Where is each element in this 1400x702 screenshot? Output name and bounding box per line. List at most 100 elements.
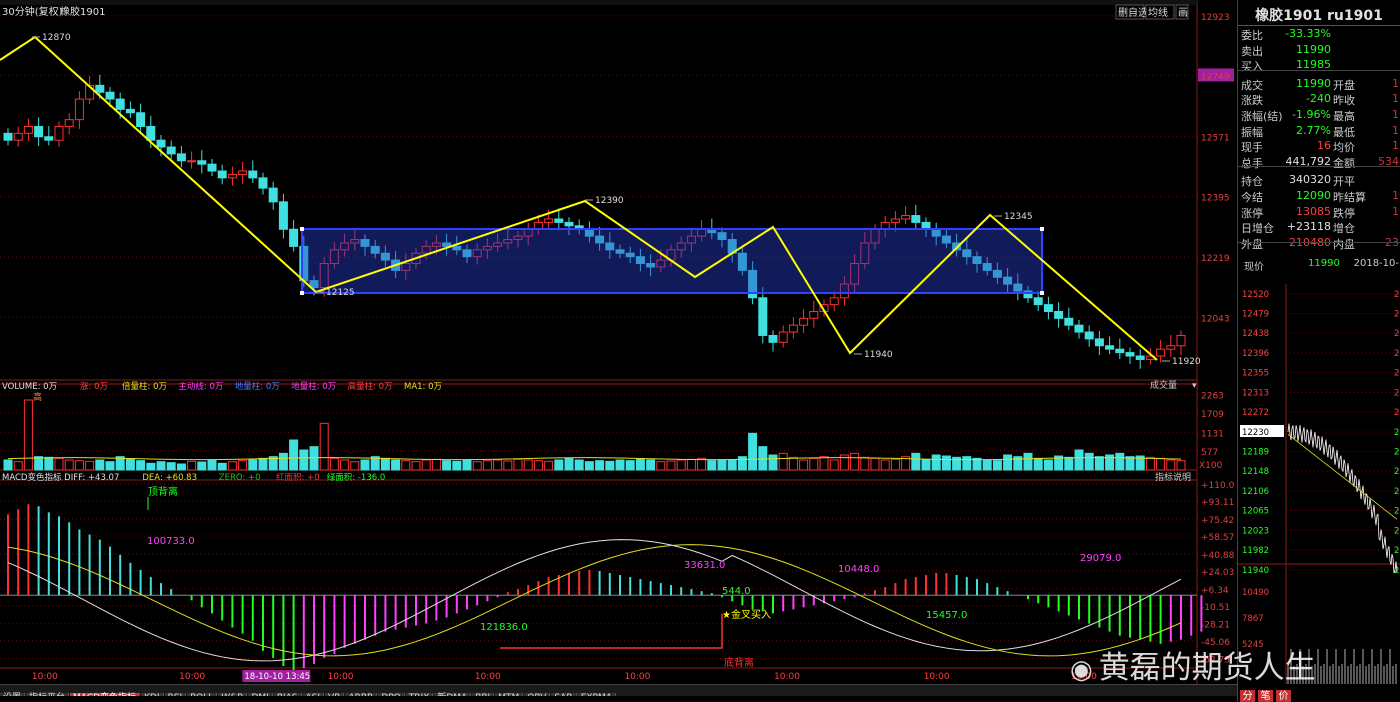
- quote-value: 11990: [1296, 42, 1331, 56]
- candle-body: [3, 132, 13, 141]
- candle-body: [54, 125, 64, 141]
- quote-label-2: 昨结算: [1333, 191, 1366, 204]
- macd-axis-label-5: +24.03: [1201, 568, 1234, 578]
- box-handle-1: [1040, 227, 1044, 231]
- mini-axis-right-12: 2: [1394, 527, 1399, 537]
- quote-value-2: 1: [1392, 189, 1399, 202]
- volume-bar: [278, 452, 288, 471]
- mini-vol-label-0: 10490: [1242, 588, 1269, 598]
- quote-label: 今结: [1241, 191, 1263, 204]
- price-annotation-0: 12870: [42, 33, 71, 43]
- quote-label: 涨跌: [1241, 94, 1263, 108]
- mini-axis-right-9: 2: [1394, 467, 1399, 477]
- candle-body: [278, 201, 288, 230]
- volume-bar: [523, 459, 533, 471]
- top-strip: [0, 0, 1197, 5]
- quote-label: 委比: [1241, 29, 1263, 42]
- quote-label: 成交: [1241, 78, 1263, 92]
- volume-bar: [1023, 452, 1033, 471]
- volume-bar: [1156, 457, 1166, 471]
- volume-bar: [829, 459, 839, 471]
- candle-body: [1166, 345, 1176, 350]
- quote-label-2: 开平: [1333, 175, 1355, 189]
- volume-bar: [911, 452, 921, 471]
- volume-bar: [717, 459, 727, 471]
- quote-value-2: 1: [1392, 123, 1399, 137]
- chart-bg: [0, 0, 1237, 684]
- macd-axis-label-4: +40.88: [1201, 551, 1235, 561]
- tick-chart[interactable]: 12520 2 12479 2 12438 2 12396 2 12355 2 12313 2 1227…: [1238, 284, 1400, 684]
- mini-axis-right-11: 2: [1394, 507, 1399, 517]
- quote-value: +23118: [1286, 220, 1331, 234]
- volume-bar: [962, 456, 972, 471]
- candle-body: [554, 218, 564, 223]
- quote-value: 12090: [1296, 189, 1331, 202]
- main-chart-area[interactable]: 30分钟(复权)橡胶1901 删自选 均线画 12923127491257112395…: [0, 0, 1237, 684]
- candle-body: [1125, 352, 1135, 357]
- quote-value-2: 1: [1392, 204, 1399, 218]
- current-label: 现价: [1244, 262, 1264, 273]
- volume-bar: [442, 460, 452, 471]
- candle-body: [115, 98, 125, 110]
- indicator-help-button[interactable]: 指标说明: [1155, 471, 1191, 483]
- candle-body: [1156, 348, 1166, 357]
- volume-bar: [166, 462, 176, 471]
- quote-row: 成交 11990 开盘 1: [1238, 77, 1400, 93]
- chevron-down-icon: ▾: [1192, 381, 1197, 391]
- volume-bar: [95, 459, 105, 471]
- price-axis-label-3: 12395: [1201, 194, 1230, 204]
- candle-body: [187, 160, 197, 163]
- volume-bar: [227, 461, 237, 471]
- price-axis-label-4: 12219: [1201, 254, 1230, 264]
- price-annotation-2: 12390: [595, 196, 624, 206]
- volume-bar: [309, 446, 319, 471]
- mini-axis-label-9: 12148: [1242, 467, 1269, 477]
- quote-title: 橡胶1901 ru1901: [1238, 0, 1400, 26]
- volume-bar: [533, 460, 543, 471]
- volume-bar: [248, 459, 258, 471]
- volume-bar: [431, 458, 441, 471]
- candle-body: [1115, 348, 1125, 354]
- mini-axis-right-1: 2: [1394, 310, 1399, 320]
- panel-tab-2[interactable]: 价: [1276, 690, 1291, 702]
- mini-axis-label-5: 12313: [1242, 389, 1269, 399]
- volume-bar: [44, 456, 54, 471]
- panel-tab-1[interactable]: 笔: [1258, 690, 1273, 702]
- mini-axis-label-0: 12520: [1242, 290, 1269, 300]
- panel-tab-0[interactable]: 分: [1240, 690, 1255, 702]
- candle-body: [289, 228, 299, 247]
- volume-bar: [544, 460, 554, 471]
- mini-axis-right-13: 2: [1394, 546, 1399, 556]
- top-button-2[interactable]: 画: [1175, 4, 1189, 20]
- indicator-help-label: 指标说明: [1155, 471, 1191, 483]
- price-axis-label-0: 12923: [1201, 13, 1230, 23]
- top-button-label-2: 画: [1178, 8, 1188, 19]
- quote-value: 2.77%: [1296, 123, 1331, 137]
- time-axis-label-6: 10:00: [774, 672, 800, 682]
- top-button-1[interactable]: 均线: [1145, 4, 1175, 20]
- top-button-0[interactable]: 删自选: [1115, 4, 1148, 20]
- quote-value: -1.96%: [1292, 108, 1331, 121]
- macd-label-a7: 29079.0: [1080, 553, 1121, 564]
- volume-bar: [992, 460, 1002, 471]
- vol-axis-label-3: 577: [1201, 448, 1218, 458]
- top-button-label-1: 均线: [1148, 6, 1168, 19]
- volume-bar: [207, 459, 217, 471]
- volume-bar: [156, 461, 166, 471]
- vol-high-label: 高: [33, 391, 42, 403]
- volume-bar: [931, 454, 941, 471]
- volume-bar: [105, 461, 115, 471]
- volume-bar: [727, 459, 737, 471]
- macd-axis-label-6: +6.34: [1201, 586, 1229, 596]
- time-axis-label-0: 10:00: [32, 672, 58, 682]
- candle-body: [799, 317, 809, 326]
- volume-bar: [646, 459, 656, 471]
- candle-body: [74, 98, 84, 121]
- volume-bar: [1125, 456, 1135, 471]
- candle-body: [64, 119, 74, 127]
- volume-bar: [1084, 452, 1094, 471]
- candle-body: [217, 170, 227, 179]
- price-axis-label-5: 12043: [1201, 314, 1230, 324]
- mini-axis-right-8: 2: [1394, 448, 1399, 458]
- price-annotation-4: 12345: [1004, 212, 1033, 222]
